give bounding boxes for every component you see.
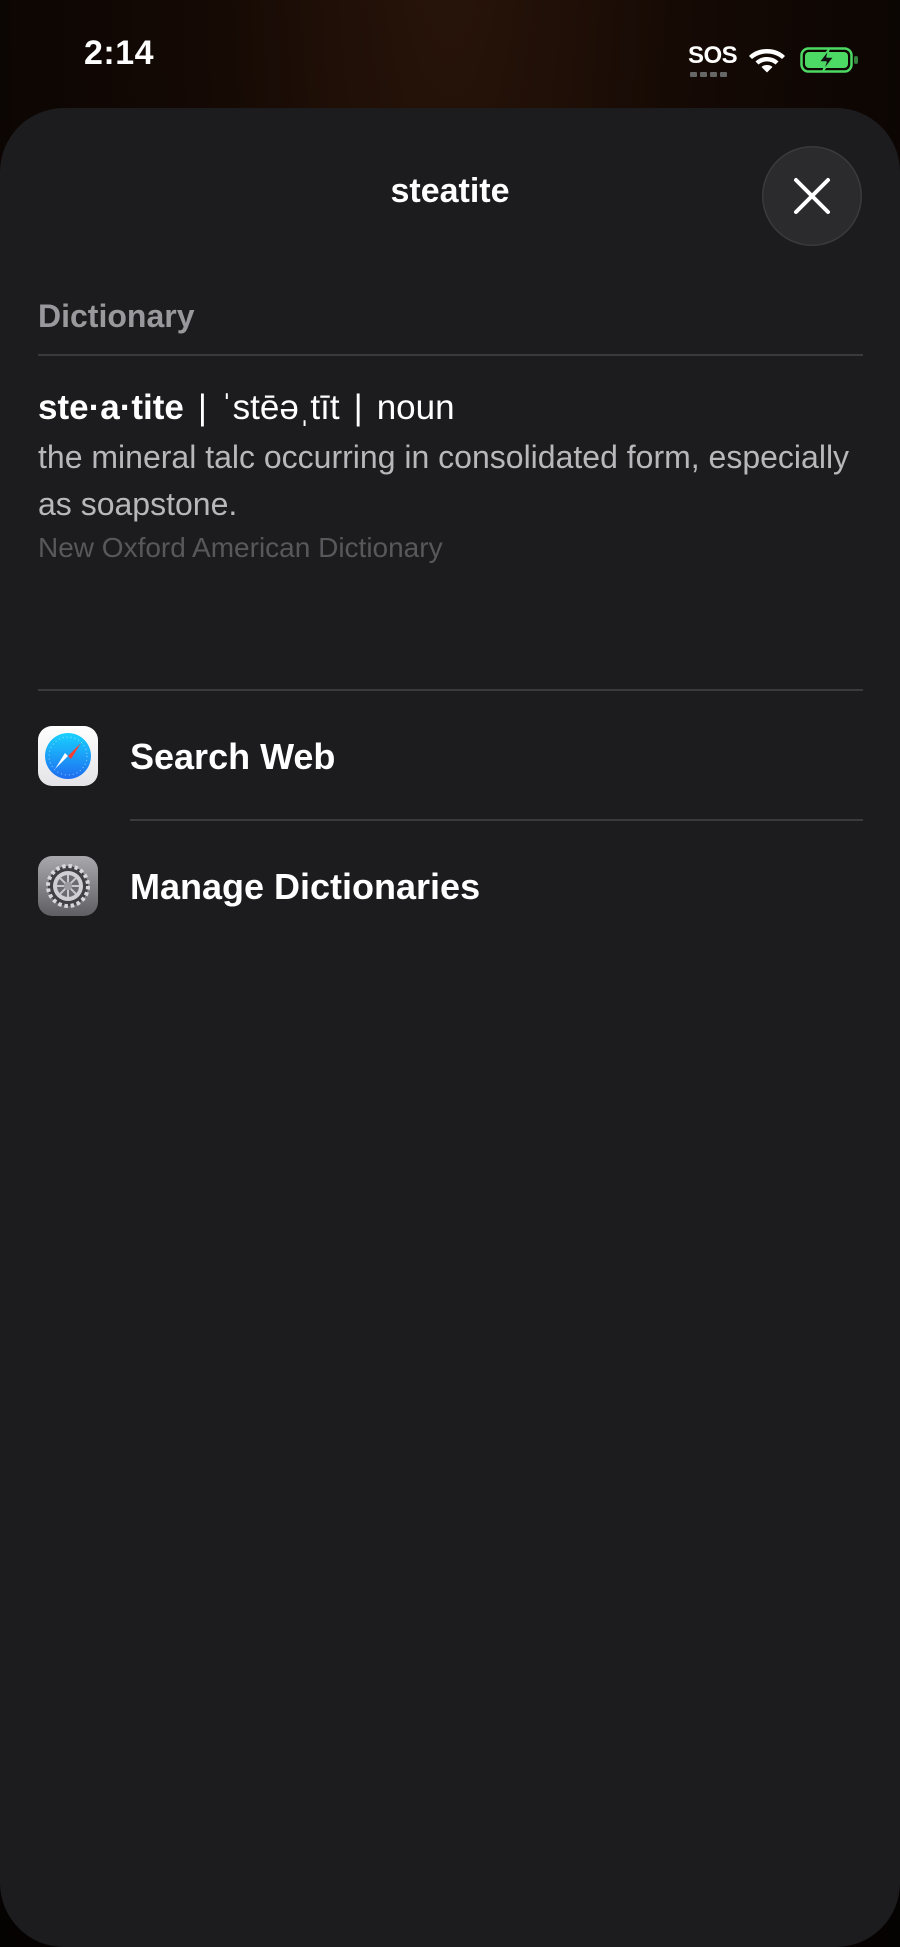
- divider: [38, 689, 863, 691]
- settings-gear-icon: [38, 856, 98, 916]
- safari-icon: [38, 726, 98, 786]
- wifi-icon: [749, 49, 785, 73]
- status-indicators: SOS: [688, 40, 860, 80]
- dictionary-sheet: steatite Dictionary ste·a·tite | ˈstēəˌtīt…: [0, 108, 900, 1947]
- part-of-speech: noun: [376, 388, 455, 427]
- divider: [38, 354, 863, 356]
- close-button[interactable]: [762, 146, 862, 246]
- headword: ste·a·tite: [38, 388, 184, 427]
- definition-text: the mineral talc occurring in consolidat…: [38, 439, 850, 522]
- separator: |: [353, 388, 363, 427]
- dictionary-source: New Oxford American Dictionary: [38, 532, 443, 563]
- sos-indicator: SOS: [688, 42, 738, 78]
- status-time: 2:14: [84, 34, 155, 72]
- sos-label: SOS: [688, 42, 738, 69]
- separator: |: [197, 388, 207, 427]
- manage-dictionaries-button[interactable]: Manage Dictionaries: [0, 834, 900, 944]
- manage-dictionaries-label: Manage Dictionaries: [130, 866, 481, 907]
- pronunciation: ˈstēəˌtīt: [220, 388, 340, 427]
- dictionary-entry-line: ste·a·tite | ˈstēəˌtīt | noun: [38, 388, 455, 428]
- dictionary-section-header: Dictionary: [38, 298, 195, 334]
- divider: [130, 819, 863, 821]
- search-web-button[interactable]: Search Web: [0, 704, 900, 814]
- signal-dots: [690, 72, 727, 77]
- close-icon: [794, 178, 830, 214]
- battery-charging-icon: [800, 47, 858, 73]
- search-web-label: Search Web: [130, 736, 336, 777]
- status-bar: 2:14 SOS: [0, 0, 900, 110]
